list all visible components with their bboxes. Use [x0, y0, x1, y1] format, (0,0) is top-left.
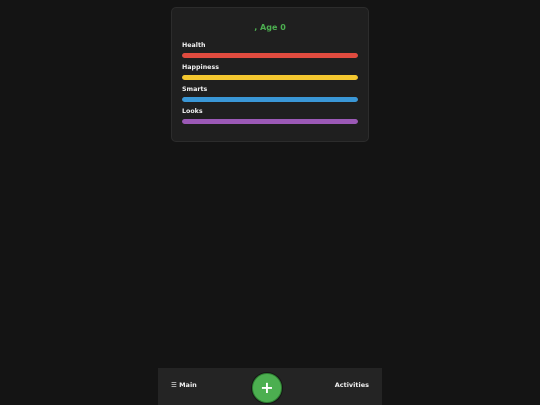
- happiness-bar: [182, 75, 358, 80]
- stats-card: , Age 0 Health Happiness Smarts Looks: [171, 7, 369, 142]
- activities-button[interactable]: Activities: [335, 381, 369, 389]
- stat-health: Health: [182, 42, 358, 58]
- stat-label-health: Health: [182, 42, 206, 49]
- stat-smarts: Smarts: [182, 86, 358, 102]
- smarts-bar: [182, 97, 358, 102]
- happiness-bar-fill: [182, 75, 358, 80]
- page: , Age 0 Health Happiness Smarts Looks ☰ …: [0, 0, 540, 405]
- stat-looks: Looks: [182, 108, 358, 124]
- health-bar-fill: [182, 53, 358, 58]
- looks-bar-fill: [182, 119, 358, 124]
- stat-label-happiness: Happiness: [182, 64, 219, 71]
- bottom-nav: ☰ Main + Activities: [158, 368, 382, 405]
- character-title: , Age 0: [254, 23, 286, 32]
- main-menu-button[interactable]: ☰ Main: [171, 381, 197, 389]
- health-bar: [182, 53, 358, 58]
- smarts-bar-fill: [182, 97, 358, 102]
- stat-label-smarts: Smarts: [182, 86, 208, 93]
- stat-happiness: Happiness: [182, 64, 358, 80]
- stat-label-looks: Looks: [182, 108, 203, 115]
- looks-bar: [182, 119, 358, 124]
- age-up-button[interactable]: +: [252, 373, 282, 403]
